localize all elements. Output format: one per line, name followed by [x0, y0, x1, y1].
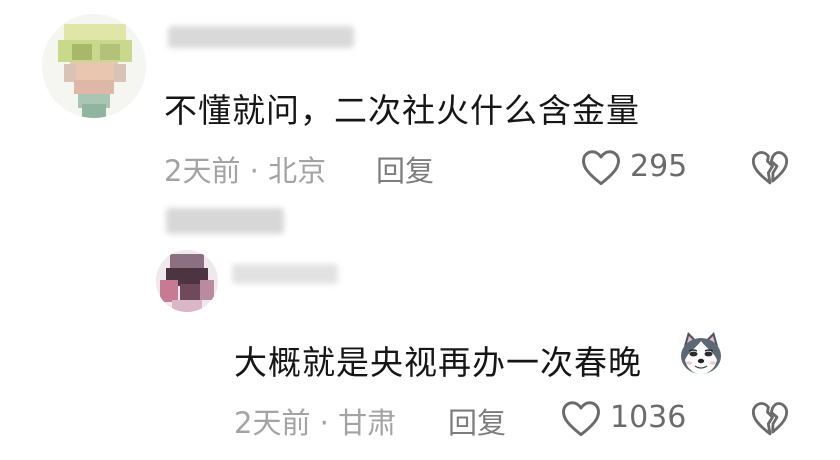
comment-thread: 不懂就问，二次社火什么含金量 2天前 · 北京 回复 295 大概就是央视再办一…	[0, 0, 840, 460]
comment-like-count: 295	[630, 149, 688, 184]
reply-to-reply-button[interactable]: 回复	[448, 400, 506, 442]
reply-meta: 2天前 · 甘肃	[234, 400, 396, 442]
comment-location: 北京	[268, 154, 327, 188]
heart-outline-icon[interactable]	[560, 398, 602, 438]
reply-button[interactable]: 回复	[376, 148, 434, 190]
reply-text: 大概就是央视再办一次春晚	[234, 343, 642, 382]
comment-text: 不懂就问，二次社火什么含金量	[164, 91, 640, 130]
comment-time: 2天前	[164, 154, 241, 188]
reply-location: 甘肃	[338, 406, 397, 440]
commenter-username[interactable]	[168, 26, 354, 48]
meta-separator: ·	[319, 406, 329, 440]
heart-outline-icon[interactable]	[580, 147, 622, 187]
reply-like-count: 1036	[610, 400, 687, 435]
replier-avatar[interactable]	[156, 250, 218, 312]
commenter-avatar[interactable]	[42, 14, 146, 118]
comment-meta: 2天前 · 北京	[164, 148, 326, 190]
meta-separator: ·	[249, 154, 259, 188]
reply-time: 2天前	[234, 406, 311, 440]
replier-username[interactable]	[232, 264, 338, 284]
broken-heart-icon[interactable]	[750, 147, 790, 187]
broken-heart-icon[interactable]	[750, 398, 790, 438]
husky-doge-emoji	[676, 328, 726, 378]
reply-quote-header	[166, 208, 284, 234]
